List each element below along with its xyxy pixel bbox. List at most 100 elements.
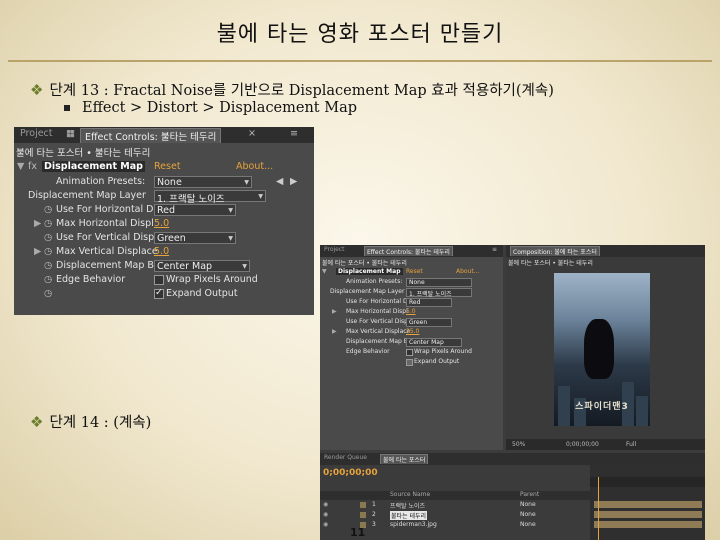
slide: 불에 타는 영화 포스터 만들기 ❖ 단계 13 : Fractal Noise를… bbox=[0, 0, 720, 540]
about-link[interactable]: About... bbox=[456, 268, 479, 275]
map-behavior-dropdown[interactable]: Center Map ▾ bbox=[154, 260, 250, 272]
spiderman-figure bbox=[584, 319, 614, 379]
stopwatch-icon[interactable]: ◷ bbox=[44, 246, 52, 257]
stopwatch-icon[interactable]: ◷ bbox=[44, 288, 52, 299]
next-preset-icon[interactable]: ▶ bbox=[290, 176, 297, 187]
bullet-step-13: ❖ 단계 13 : Fractal Noise를 기반으로 Displacemen… bbox=[30, 79, 554, 100]
fx-icon[interactable]: fx bbox=[28, 161, 37, 172]
prev-preset-icon[interactable]: ◀ bbox=[276, 176, 283, 187]
twirl-closed-icon[interactable]: ▶ bbox=[34, 246, 41, 257]
bullet-step-13-text: 단계 13 : Fractal Noise를 기반으로 Displacement… bbox=[49, 83, 554, 99]
row-use-for-horizontal: ◷ Use For Horizontal Di Red ▾ bbox=[14, 204, 314, 218]
horizontal-channel-dropdown[interactable]: Red ▾ bbox=[154, 204, 236, 216]
panel-tab-bar: Project Effect Controls: 불타는 테두리 ≡ bbox=[320, 245, 503, 257]
stopwatch-icon[interactable]: ◷ bbox=[44, 218, 52, 229]
breadcrumb: 불에 타는 포스터 • 불타는 테두리 bbox=[16, 148, 151, 159]
wrap-pixels-checkbox[interactable] bbox=[406, 349, 413, 356]
composition-toolbar: 50% 0;00;00;00 Full bbox=[506, 439, 705, 450]
panel-tab-bar: Composition: 불에 타는 포스터 bbox=[506, 245, 705, 257]
resolution-dropdown[interactable]: Full bbox=[626, 441, 636, 448]
tab-effect-controls[interactable]: Effect Controls: 불타는 테두리 bbox=[364, 246, 453, 256]
panel-tab-bar: Render Queue 불에 타는 포스터 bbox=[320, 453, 705, 465]
stopwatch-icon[interactable]: ◷ bbox=[44, 260, 52, 271]
map-layer-dropdown[interactable]: 1. 프랙탈 노이즈 bbox=[406, 288, 472, 298]
max-vertical-value[interactable]: 25.0 bbox=[406, 328, 419, 335]
row-max-horizontal: ▶ ◷ Max Horizontal Displ 5.0 bbox=[34, 218, 170, 229]
vertical-channel-dropdown[interactable]: Green bbox=[406, 318, 452, 327]
close-icon[interactable]: × bbox=[248, 128, 256, 139]
label-color-swatch[interactable] bbox=[360, 512, 366, 518]
diamond-bullet-icon: ❖ bbox=[30, 81, 44, 99]
diamond-bullet-icon: ❖ bbox=[30, 413, 44, 431]
label-color-swatch[interactable] bbox=[360, 502, 366, 508]
title-rule bbox=[8, 60, 712, 62]
timeline-timecode[interactable]: 0;00;00;00 bbox=[323, 468, 378, 478]
timeline-tracks[interactable] bbox=[590, 465, 705, 540]
row-displacement-map-layer: Displacement Map Layer 1. 프랙탈 노이즈 ▾ bbox=[14, 190, 314, 205]
max-horizontal-value[interactable]: 5.0 bbox=[154, 218, 169, 229]
horizontal-channel-dropdown[interactable]: Red bbox=[406, 298, 452, 307]
twirl-closed-icon[interactable]: ▶ bbox=[332, 328, 337, 335]
max-vertical-value[interactable]: 5.0 bbox=[154, 246, 169, 257]
map-layer-dropdown[interactable]: 1. 프랙탈 노이즈 ▾ bbox=[154, 190, 266, 205]
twirl-open-icon[interactable]: ▼ bbox=[17, 161, 24, 172]
map-behavior-dropdown[interactable]: Center Map bbox=[406, 338, 462, 347]
effect-name: Displacement Map bbox=[42, 161, 145, 172]
sub-bullet-text: Effect > Distort > Displacement Map bbox=[82, 100, 358, 116]
layer-bar[interactable] bbox=[594, 501, 702, 508]
tab-project[interactable]: Project bbox=[324, 246, 345, 253]
breadcrumb: 불에 타는 포스터 • 불타는 테두리 bbox=[508, 260, 593, 267]
eye-icon[interactable]: ◉ bbox=[323, 501, 328, 508]
menu-icon[interactable]: ▦ bbox=[66, 128, 75, 139]
layer-row[interactable]: ◉ 2 불타는 테두리 None bbox=[320, 511, 590, 520]
twirl-closed-icon[interactable]: ▶ bbox=[34, 218, 41, 229]
row-animation-presets: Animation Presets: None ▾ ◀ ▶ bbox=[56, 176, 298, 188]
zoom-dropdown[interactable]: 50% bbox=[512, 441, 525, 448]
reset-link[interactable]: Reset bbox=[154, 161, 181, 172]
layer-row[interactable]: ◉ 1 프랙탈 노이즈 None bbox=[320, 501, 590, 510]
about-link[interactable]: About... bbox=[236, 161, 273, 172]
movie-poster-preview: 스파이더맨3 bbox=[554, 273, 650, 426]
eye-icon[interactable]: ◉ bbox=[323, 511, 328, 518]
twirl-open-icon[interactable]: ▼ bbox=[322, 268, 327, 275]
page-number: 11 bbox=[350, 526, 366, 539]
panel-menu-icon[interactable]: ≡ bbox=[492, 246, 497, 253]
layer-bar[interactable] bbox=[594, 521, 702, 528]
presets-dropdown[interactable]: None ▾ bbox=[154, 176, 252, 188]
bullet-step-14: ❖ 단계 14 : (계속) bbox=[30, 411, 151, 432]
tab-composition[interactable]: Composition: 불에 타는 포스터 bbox=[510, 246, 600, 256]
layer-bar[interactable] bbox=[594, 511, 702, 518]
effect-controls-panel-small: Project Effect Controls: 불타는 테두리 ≡ 불에 타는… bbox=[320, 245, 503, 450]
tab-render-queue[interactable]: Render Queue bbox=[324, 454, 367, 461]
wrap-pixels-checkbox[interactable] bbox=[154, 275, 164, 285]
timecode-display[interactable]: 0;00;00;00 bbox=[566, 441, 599, 448]
row-map-behavior: ◷ Displacement Map Be Center Map ▾ bbox=[14, 260, 314, 274]
twirl-closed-icon[interactable]: ▶ bbox=[332, 308, 337, 315]
timeline-panel: Render Queue 불에 타는 포스터 0;00;00;00 Source… bbox=[320, 453, 705, 540]
square-bullet-icon bbox=[64, 105, 70, 111]
vertical-channel-dropdown[interactable]: Green ▾ bbox=[154, 232, 236, 244]
effect-name: Displacement Map bbox=[336, 268, 403, 275]
stopwatch-icon[interactable]: ◷ bbox=[44, 274, 52, 285]
panel-tab-bar: Project ▦ Effect Controls: 불타는 테두리 × ≡ bbox=[14, 127, 314, 143]
expand-output-checkbox[interactable] bbox=[406, 359, 413, 366]
time-ruler[interactable] bbox=[590, 477, 705, 487]
tab-effect-controls[interactable]: Effect Controls: 불타는 테두리 bbox=[80, 128, 222, 143]
tab-project[interactable]: Project bbox=[20, 128, 53, 139]
stopwatch-icon[interactable]: ◷ bbox=[44, 204, 52, 215]
presets-dropdown[interactable]: None bbox=[406, 278, 472, 287]
eye-icon[interactable]: ◉ bbox=[323, 521, 328, 528]
reset-link[interactable]: Reset bbox=[406, 268, 423, 275]
row-max-vertical: ▶ ◷ Max Vertical Displace 5.0 bbox=[34, 246, 170, 257]
current-time-indicator[interactable] bbox=[598, 477, 599, 540]
effect-controls-panel-large: Project ▦ Effect Controls: 불타는 테두리 × ≡ 불… bbox=[14, 127, 314, 315]
stopwatch-icon[interactable]: ◷ bbox=[44, 232, 52, 243]
poster-title: 스파이더맨3 bbox=[575, 402, 629, 412]
max-horizontal-value[interactable]: 5.0 bbox=[406, 308, 416, 315]
panel-menu-icon[interactable]: ≡ bbox=[290, 128, 298, 139]
sub-bullet-menu-path: Effect > Distort > Displacement Map bbox=[64, 100, 357, 116]
tab-timeline-comp[interactable]: 불에 타는 포스터 bbox=[380, 454, 429, 464]
expand-output-checkbox[interactable] bbox=[154, 287, 164, 299]
effect-header-row: ▼ fx Displacement Map Reset About... bbox=[14, 161, 314, 175]
composition-panel: Composition: 불에 타는 포스터 불에 타는 포스터 • 불타는 테… bbox=[506, 245, 705, 450]
